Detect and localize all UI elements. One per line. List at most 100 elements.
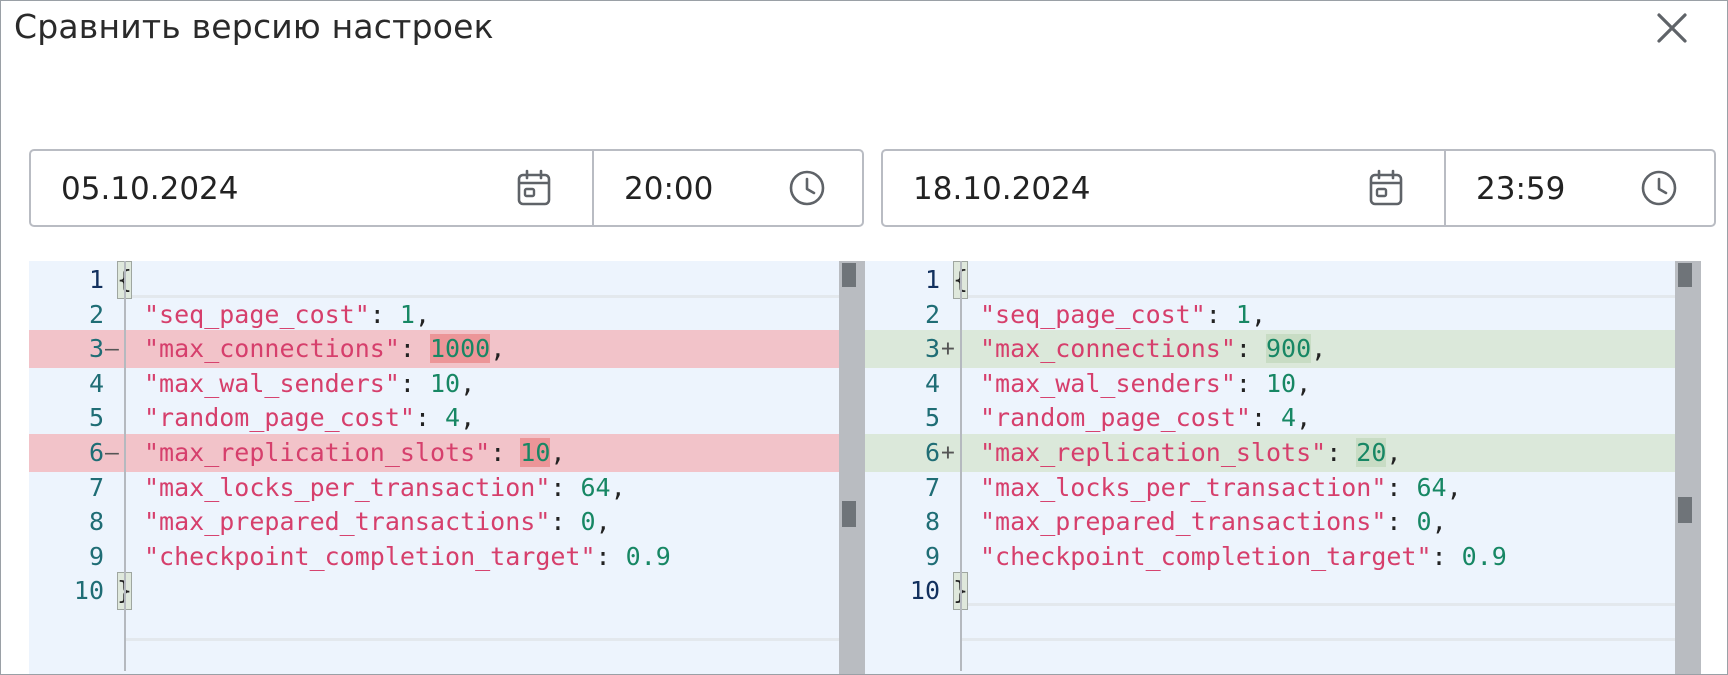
colon: : [1431,541,1462,571]
code-line: 4 "max_wal_senders": 10, [865,365,1701,403]
code-line: 10} [865,572,1701,611]
right-diff-editor[interactable]: 1{2"seq_page_cost": 1,3+"max_connections… [865,261,1701,674]
scroll-thumb[interactable] [1678,497,1692,523]
code-text: "max_connections": 1000, [144,330,505,368]
json-key: "max_replication_slots" [144,438,491,467]
json-value: 0.9 [1461,541,1507,571]
left-date-field[interactable]: 05.10.2024 [31,151,594,225]
gutter-divider [960,261,962,671]
json-key: "max_locks_per_transaction" [144,472,551,502]
comma: , [414,299,431,329]
json-value: 10 [520,438,551,467]
code-text: "max_locks_per_transaction": 64, [980,469,1462,507]
line-number: 5 [924,403,940,433]
colon: : [1235,368,1266,398]
json-value: 0 [1416,507,1432,537]
calendar-icon[interactable] [516,169,552,207]
scroll-thumb[interactable] [842,501,856,527]
json-value: 900 [1265,334,1312,364]
line-number: 10 [73,576,104,606]
colon: : [369,299,400,329]
code-text: "max_locks_per_transaction": 64, [144,469,626,507]
dialog-title: Сравнить версию настроек [14,7,494,46]
right-date-value: 18.10.2024 [913,171,1091,207]
json-key: "max_prepared_transactions" [980,507,1387,537]
json-value: 4 [1281,403,1297,433]
json-value: 10 [429,368,461,398]
cursor-line-highlight [125,638,865,641]
colon: : [550,472,581,502]
scrollbar[interactable] [839,261,865,674]
json-key: "max_connections" [144,334,400,364]
colon: : [399,334,430,364]
line-number: 2 [924,299,940,329]
comma: , [1311,334,1327,364]
close-button[interactable] [1655,11,1689,45]
line-number: 10 [909,576,940,606]
json-key: "random_page_cost" [144,403,415,433]
colon: : [1205,299,1236,329]
code-line: 10} [29,572,865,611]
code-text: "random_page_cost": 4, [980,399,1311,437]
json-key: "max_prepared_transactions" [144,507,551,537]
code-line: 9 "checkpoint_completion_target": 0.9 [865,538,1701,576]
right-time-field[interactable]: 23:59 [1446,151,1714,225]
code-line: 7 "max_locks_per_transaction": 64, [865,469,1701,507]
line-number: 4 [88,368,104,398]
comma: , [595,507,611,537]
right-date-field[interactable]: 18.10.2024 [883,151,1446,225]
json-key: "max_wal_senders" [980,368,1236,398]
comma: , [460,368,476,398]
comma: , [1296,368,1312,398]
code-text: "max_wal_senders": 10, [980,365,1311,403]
left-time-field[interactable]: 20:00 [594,151,862,225]
colon: : [414,403,446,433]
right-version-picker: 18.10.2024 23:59 [881,149,1716,227]
colon: : [595,541,626,571]
comma: , [490,334,506,364]
code-text: "max_prepared_transactions": 0, [144,503,611,541]
comma: , [610,472,626,502]
left-time-value: 20:00 [624,171,714,207]
json-key: "checkpoint_completion_target" [144,541,596,571]
json-key: "max_wal_senders" [144,368,400,398]
code-line: 3— "max_connections": 1000, [29,330,865,369]
line-number: 5 [88,403,104,433]
clock-icon[interactable] [788,169,826,207]
line-number: 6 [924,438,940,467]
colon: : [1326,438,1357,467]
calendar-icon[interactable] [1368,169,1404,207]
added-marker: + [941,440,955,466]
left-diff-editor[interactable]: 1{2"seq_page_cost": 1,3—"max_connections… [29,261,865,674]
scroll-thumb[interactable] [1678,263,1692,287]
code-line: 8 "max_prepared_transactions": 0, [865,503,1701,541]
comma: , [1431,507,1447,537]
code-line: 6 + "max_replication_slots": 20, [865,434,1701,472]
line-number: 8 [924,507,940,537]
code-text: "max_replication_slots": 20, [980,434,1401,472]
left-date-value: 05.10.2024 [61,171,239,207]
code-text: "max_replication_slots": 10, [144,434,565,472]
json-value: 1000 [429,334,491,364]
scrollbar[interactable] [1675,261,1701,674]
colon: : [490,438,521,467]
line-number: 1 [924,265,940,294]
json-value: 64 [1416,472,1447,502]
clock-icon[interactable] [1640,169,1678,207]
scroll-thumb[interactable] [842,263,856,287]
code-line: 2 "seq_page_cost": 1, [865,296,1701,334]
code-line: 8 "max_prepared_transactions": 0, [29,503,865,541]
json-key: "random_page_cost" [980,403,1251,433]
code-text: "seq_page_cost": 1, [980,296,1266,334]
compare-settings-dialog: Сравнить версию настроек 05.10.2024 20:0… [0,0,1728,675]
code-line: 1{ [29,261,865,299]
code-line: 5 "random_page_cost": 4, [29,399,865,437]
comma: , [1446,472,1462,502]
colon: : [1386,507,1417,537]
colon: : [399,368,430,398]
colon: : [1250,403,1282,433]
comma: , [550,438,566,467]
gutter-divider [124,261,126,671]
code-text: "checkpoint_completion_target": 0.9 [980,538,1507,576]
code-line: 9 "checkpoint_completion_target": 0.9 [29,538,865,576]
